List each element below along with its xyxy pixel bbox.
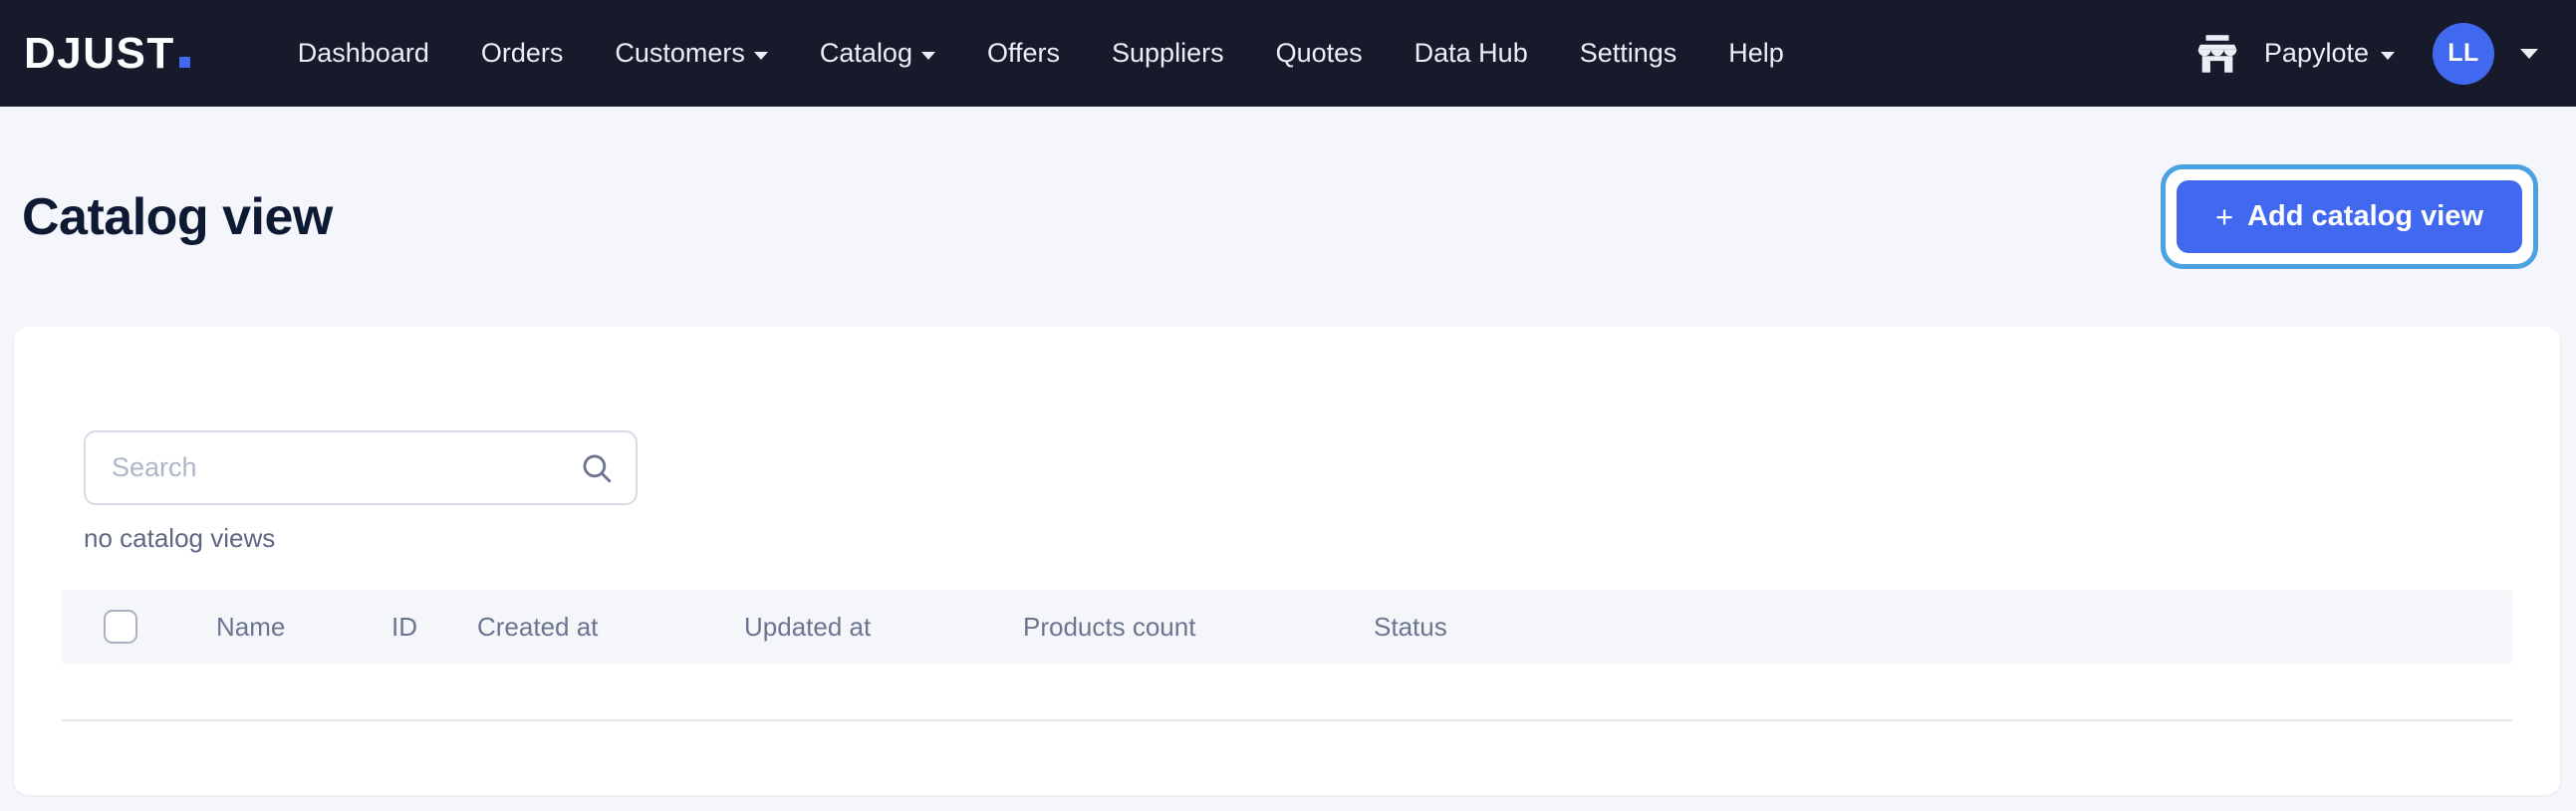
logo-dot-icon	[179, 57, 190, 68]
nav-label: Dashboard	[298, 38, 429, 69]
nav-item-orders[interactable]: Orders	[455, 28, 590, 79]
column-header-id[interactable]: ID	[391, 612, 477, 643]
catalog-views-table: Name ID Created at Updated at Products c…	[62, 590, 2512, 721]
add-catalog-view-focus-ring: + Add catalog view	[2161, 164, 2538, 269]
plus-icon: +	[2215, 201, 2233, 232]
account-chevron-down-icon[interactable]	[2520, 49, 2538, 59]
avatar-initials: LL	[2447, 39, 2479, 68]
nav-item-catalog[interactable]: Catalog	[794, 28, 961, 79]
column-header-status[interactable]: Status	[1374, 612, 1573, 643]
add-catalog-view-label: Add catalog view	[2247, 200, 2483, 233]
nav-label: Help	[1728, 38, 1784, 69]
nav-label: Settings	[1580, 38, 1677, 69]
nav-label: Offers	[987, 38, 1060, 69]
nav-label: Data Hub	[1415, 38, 1528, 69]
chevron-down-icon	[2381, 52, 2395, 60]
select-all-checkbox[interactable]	[104, 610, 137, 644]
catalog-view-card: no catalog views Name ID Created at Upda…	[14, 327, 2560, 795]
nav-item-dashboard[interactable]: Dashboard	[272, 28, 455, 79]
nav-item-customers[interactable]: Customers	[589, 28, 794, 79]
nav-label: Suppliers	[1112, 38, 1224, 69]
djust-logo[interactable]: DJUST	[22, 29, 190, 79]
select-all-cell	[62, 610, 216, 644]
nav-item-quotes[interactable]: Quotes	[1250, 28, 1389, 79]
chevron-down-icon	[921, 52, 935, 60]
nav-item-settings[interactable]: Settings	[1554, 28, 1703, 79]
table-header-row: Name ID Created at Updated at Products c…	[62, 590, 2512, 664]
tenant-switcher[interactable]: Papylote	[2264, 38, 2395, 69]
nav-item-data-hub[interactable]: Data Hub	[1389, 28, 1554, 79]
nav-label: Catalog	[820, 38, 912, 69]
nav-item-help[interactable]: Help	[1702, 28, 1810, 79]
column-header-products-count[interactable]: Products count	[1023, 612, 1374, 643]
empty-state-message: no catalog views	[14, 505, 2560, 554]
navbar-right-section: Papylote LL	[2194, 23, 2538, 85]
storefront-icon	[2194, 31, 2240, 77]
nav-label: Orders	[481, 38, 564, 69]
chevron-down-icon	[754, 52, 768, 60]
table-row-divider	[62, 719, 2512, 721]
search-input[interactable]	[112, 452, 580, 483]
table-body-empty	[62, 664, 2512, 719]
column-header-created-at[interactable]: Created at	[477, 612, 744, 643]
nav-label: Quotes	[1276, 38, 1363, 69]
main-nav-links: Dashboard Orders Customers Catalog Offer…	[272, 28, 1810, 79]
column-header-updated-at[interactable]: Updated at	[744, 612, 1023, 643]
nav-item-offers[interactable]: Offers	[961, 28, 1086, 79]
avatar[interactable]: LL	[2433, 23, 2494, 85]
search-icon[interactable]	[580, 451, 614, 485]
top-navigation-bar: DJUST Dashboard Orders Customers Catalog…	[0, 0, 2576, 107]
column-header-name[interactable]: Name	[216, 612, 391, 643]
add-catalog-view-button[interactable]: + Add catalog view	[2177, 180, 2522, 253]
page-title: Catalog view	[22, 187, 333, 247]
search-row	[14, 327, 2560, 505]
search-box[interactable]	[84, 430, 638, 505]
nav-item-suppliers[interactable]: Suppliers	[1086, 28, 1250, 79]
page-header: Catalog view + Add catalog view	[0, 107, 2576, 327]
tenant-name: Papylote	[2264, 38, 2369, 69]
logo-text: DJUST	[24, 29, 175, 79]
nav-label: Customers	[615, 38, 745, 69]
